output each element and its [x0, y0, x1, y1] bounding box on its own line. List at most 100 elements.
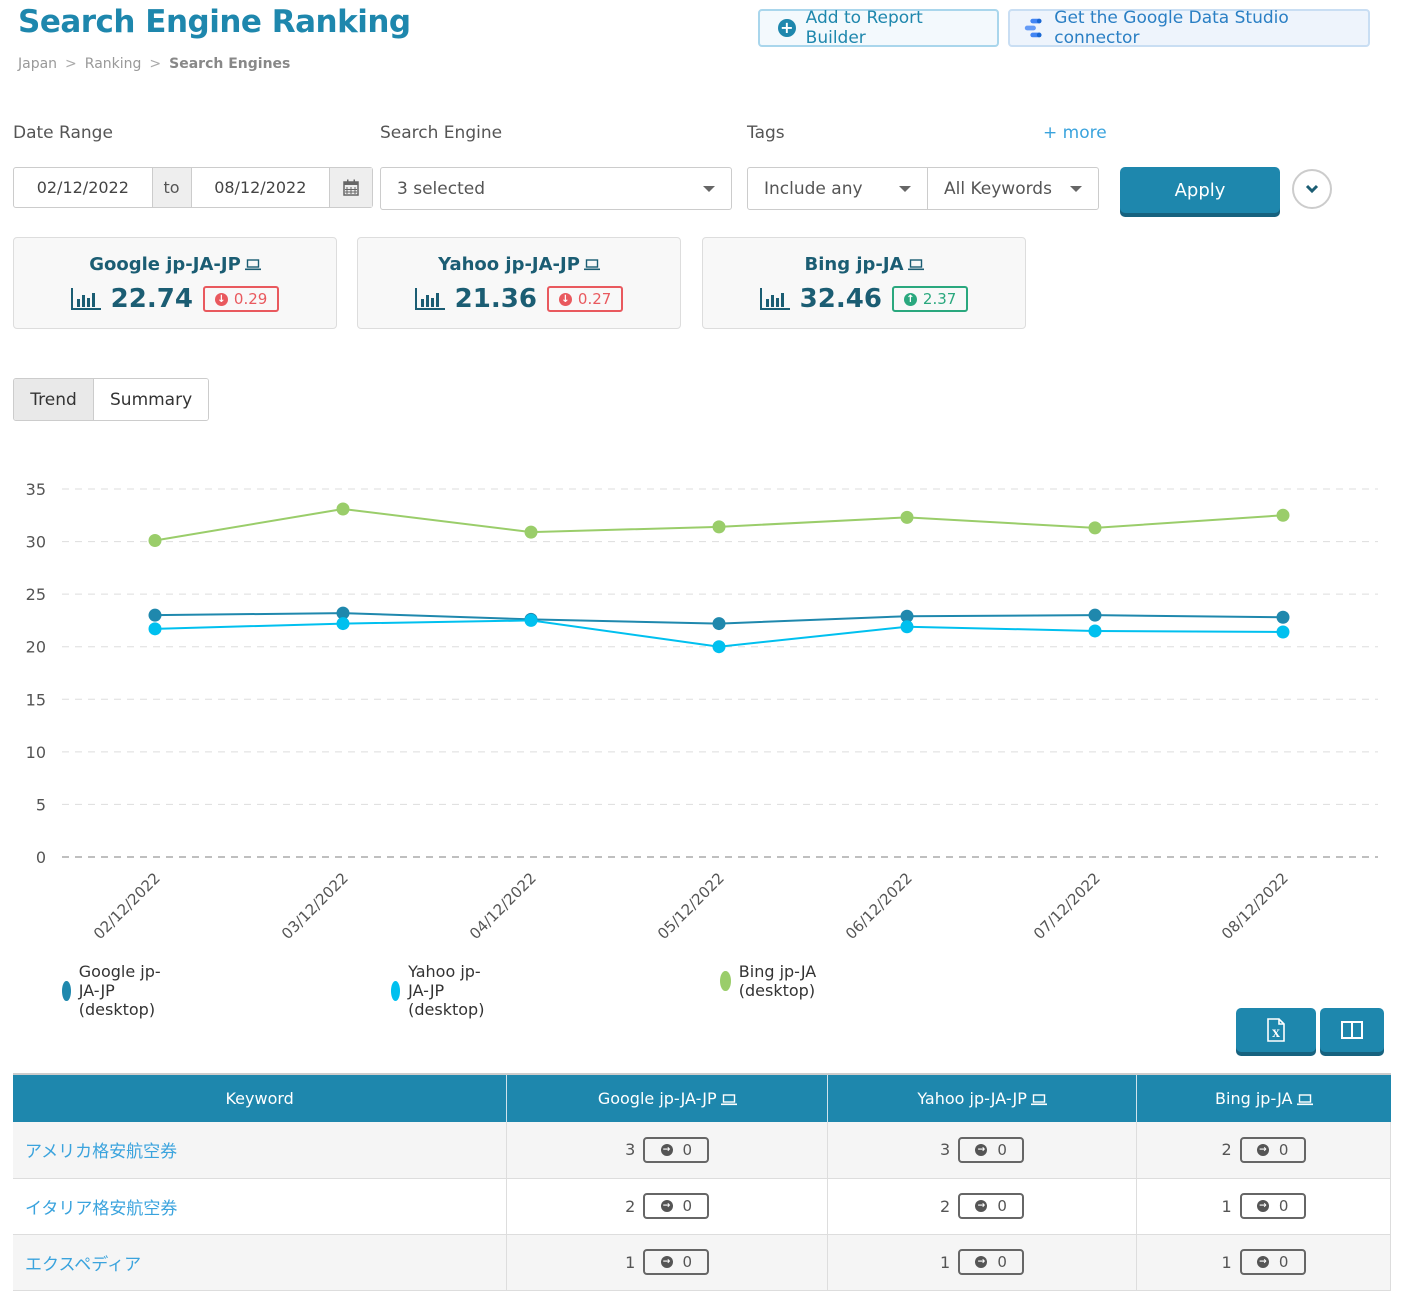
data-point — [1276, 625, 1290, 639]
legend-swatch — [391, 980, 401, 1001]
rank-value: 1 — [625, 1252, 636, 1272]
y-tick-label: 5 — [36, 795, 46, 814]
arrow-up-circle-icon: ↑ — [903, 292, 917, 306]
columns-toggle-button[interactable] — [1320, 1008, 1384, 1052]
legend-label: Google jp-JA-JP (desktop) — [78, 962, 161, 1019]
data-point — [524, 525, 538, 539]
search-engine-select[interactable]: 3 selected — [380, 167, 732, 210]
rank-change-button[interactable]: → 0 — [958, 1136, 1025, 1163]
keyword-link[interactable]: エクスペディア — [13, 1234, 508, 1291]
data-point — [712, 520, 726, 534]
excel-file-icon: X — [1267, 1018, 1285, 1042]
google-data-studio-connector-button[interactable]: Get the Google Data Studio connector — [1008, 8, 1370, 48]
legend-item[interactable]: Google jp-JA-JP (desktop) — [62, 962, 166, 1019]
y-tick-label: 20 — [26, 638, 46, 657]
rank-change-value: 0 — [682, 1253, 693, 1271]
view-toggle: Trend Summary — [13, 378, 210, 421]
rank-change-button[interactable]: → 0 — [1239, 1136, 1306, 1163]
rank-cell-content: 1 → 0 — [1221, 1249, 1306, 1275]
data-studio-icon — [1024, 18, 1042, 38]
rank-change-value: 0 — [997, 1253, 1007, 1271]
x-tick-label: 07/12/2022 — [1030, 869, 1104, 943]
laptop-icon — [1296, 1093, 1313, 1105]
laptop-icon — [244, 259, 261, 271]
rank-cell-content: 2 → 0 — [940, 1193, 1025, 1219]
keyword-link[interactable]: アメリカ格安航空券 — [13, 1122, 508, 1179]
engine-summary-card: Yahoo jp-JA-JP 21.36 ↓ 0.27 — [357, 237, 681, 329]
rank-change-button[interactable]: → 0 — [958, 1193, 1025, 1219]
rank-cell: 1 → 0 — [1136, 1178, 1391, 1235]
tab-summary[interactable]: Summary — [94, 379, 209, 420]
rank-change-button[interactable]: → 0 — [643, 1136, 710, 1163]
export-excel-button[interactable]: X — [1236, 1008, 1316, 1052]
breadcrumb-japan[interactable]: Japan — [18, 56, 57, 72]
chevron-down-icon — [1305, 184, 1319, 194]
y-tick-label: 25 — [26, 585, 46, 604]
arrow-down-circle-icon: ↓ — [214, 292, 228, 306]
rank-change-button[interactable]: → 0 — [958, 1249, 1025, 1275]
laptop-icon — [907, 259, 924, 271]
column-header-engine[interactable]: Google jp-JA-JP — [506, 1073, 829, 1122]
column-header-label: Yahoo jp-JA-JP — [917, 1089, 1027, 1108]
keyword-link[interactable]: イタリア格安航空券 — [13, 1178, 508, 1235]
date-range-label: Date Range — [13, 123, 113, 143]
calendar-icon — [343, 179, 359, 196]
data-point — [900, 620, 914, 634]
date-from-input[interactable]: 02/12/2022 — [14, 168, 152, 207]
tags-mode-value: Include any — [764, 178, 863, 199]
date-to-input[interactable]: 08/12/2022 — [192, 168, 330, 207]
caret-down-icon — [899, 185, 911, 192]
data-point — [900, 510, 914, 524]
columns-icon — [1341, 1021, 1363, 1039]
rank-change-button[interactable]: → 0 — [1239, 1193, 1306, 1219]
tags-select[interactable]: All Keywords — [928, 168, 1098, 209]
card-change-value: 2.37 — [922, 290, 957, 308]
rank-change-button[interactable]: → 0 — [1239, 1249, 1306, 1275]
rank-value: 2 — [625, 1196, 636, 1216]
rank-cell-content: 1 → 0 — [940, 1249, 1025, 1275]
laptop-icon — [1030, 1093, 1047, 1105]
engine-summary-card: Bing jp-JA 32.46 ↑ 2.37 — [702, 237, 1026, 329]
add-to-report-builder-button[interactable]: + Add to Report Builder — [758, 8, 999, 48]
rank-value: 2 — [1221, 1140, 1232, 1160]
rank-change-button[interactable]: → 0 — [643, 1193, 710, 1219]
legend-item[interactable]: Yahoo jp-JA-JP (desktop) — [391, 962, 495, 1019]
arrow-right-circle-icon: → — [975, 1200, 988, 1212]
data-point — [524, 613, 538, 627]
arrow-right-circle-icon: → — [660, 1200, 673, 1212]
tags-value: All Keywords — [944, 178, 1052, 199]
rank-change-button[interactable]: → 0 — [643, 1249, 710, 1275]
column-header-keyword[interactable]: Keyword — [13, 1073, 508, 1122]
data-point — [336, 617, 350, 631]
tags-mode-select[interactable]: Include any — [748, 168, 928, 209]
arrow-right-circle-icon: → — [660, 1256, 673, 1268]
arrow-right-circle-icon: → — [975, 1256, 988, 1268]
svg-text:X: X — [1272, 1029, 1280, 1040]
card-change-badge: ↓ 0.27 — [546, 286, 624, 312]
rank-value: 1 — [940, 1252, 951, 1272]
rank-change-value: 0 — [1278, 1253, 1289, 1271]
add-report-label: Add to Report Builder — [805, 8, 923, 48]
card-engine-label: Yahoo jp-JA-JP — [438, 254, 580, 275]
data-point — [1276, 610, 1290, 624]
breadcrumb-ranking[interactable]: Ranking — [85, 56, 142, 72]
more-filters-link[interactable]: + more — [1043, 123, 1107, 143]
bar-chart-icon — [414, 288, 445, 310]
column-header-engine[interactable]: Bing jp-JA — [1136, 1073, 1391, 1122]
card-value-row: 21.36 ↓ 0.27 — [358, 284, 680, 314]
legend-item[interactable]: Bing jp-JA (desktop) — [720, 962, 824, 1000]
y-tick-label: 35 — [26, 480, 46, 499]
card-change-value: 0.29 — [233, 290, 268, 308]
expand-filters-button[interactable] — [1292, 169, 1332, 209]
apply-button[interactable]: Apply — [1120, 167, 1280, 213]
rank-change-value: 0 — [682, 1140, 693, 1159]
data-point — [712, 640, 726, 654]
y-tick-label: 10 — [26, 743, 46, 762]
rank-value: 3 — [940, 1140, 951, 1160]
table-row: エクスペディア 1 → 0 1 → 0 1 → 0 — [13, 1234, 1391, 1291]
x-tick-label: 04/12/2022 — [466, 869, 540, 943]
column-header-engine[interactable]: Yahoo jp-JA-JP — [827, 1073, 1138, 1122]
rank-cell-content: 2 → 0 — [625, 1193, 710, 1219]
tab-trend[interactable]: Trend — [14, 379, 94, 420]
calendar-button[interactable] — [329, 168, 372, 207]
